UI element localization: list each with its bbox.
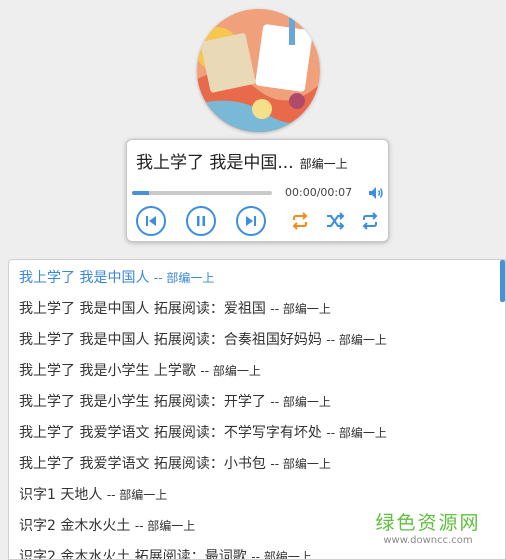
player-card: 我上学了 我是中国... 部编一上 00:00/00:07: [126, 139, 389, 242]
shuffle-icon: [327, 212, 345, 230]
item-title: 识字2 金木水火土: [19, 518, 131, 534]
playlist-item[interactable]: 我上学了 我爱学语文 拓展阅读：不学写字有坏处 -- 部编一上: [19, 422, 387, 448]
progress-bar[interactable]: [132, 191, 272, 195]
playlist-item[interactable]: 我上学了 我爱学语文 拓展阅读：小书包 -- 部编一上: [19, 453, 331, 479]
item-title: 识字2 金木水火土 拓展阅读：最词歌: [19, 549, 247, 560]
playlist-scrollbar[interactable]: [500, 260, 505, 302]
song-title: 我上学了 我是中国...: [136, 153, 294, 173]
item-title: 我上学了 我是小学生 拓展阅读：开学了: [19, 394, 266, 410]
item-book: -- 部编一上: [326, 333, 387, 347]
textbook-cover-art: [197, 9, 320, 132]
pause-button[interactable]: [186, 206, 216, 236]
item-book: -- 部编一上: [153, 271, 215, 285]
item-book: -- 部编一上: [326, 426, 387, 440]
watermark-url: www.downcc.com: [383, 535, 473, 546]
playlist-item[interactable]: 我上学了 我是小学生 上学歌 -- 部编一上: [19, 360, 261, 386]
item-book: -- 部编一上: [134, 519, 196, 533]
item-title: 我上学了 我是小学生 上学歌: [19, 363, 196, 379]
item-title: 我上学了 我是中国人 拓展阅读：爱祖国: [19, 301, 266, 317]
playlist-item[interactable]: 我上学了 我是中国人 拓展阅读：爱祖国 -- 部编一上: [19, 298, 331, 324]
time-display: 00:00/00:07: [285, 186, 353, 199]
volume-icon[interactable]: [368, 185, 384, 199]
loop-button[interactable]: [360, 212, 380, 230]
item-title: 我上学了 我是中国人: [19, 270, 150, 286]
watermark-title: 绿色资源网: [375, 512, 481, 534]
item-book: -- 部编一上: [200, 364, 261, 378]
item-title: 我上学了 我爱学语文 拓展阅读：不学写字有坏处: [19, 425, 322, 441]
shuffle-button[interactable]: [325, 212, 345, 230]
now-playing: 我上学了 我是中国... 部编一上: [136, 148, 348, 173]
watermark: 绿色资源网 www.downcc.com: [368, 508, 488, 546]
song-book: 部编一上: [299, 157, 348, 171]
skip-back-icon: [146, 216, 156, 226]
item-title: 识字1 天地人: [19, 487, 103, 503]
playlist-item[interactable]: 识字1 天地人 -- 部编一上: [19, 484, 167, 510]
playlist-item[interactable]: 识字2 金木水火土 拓展阅读：最词歌 -- 部编一上: [19, 546, 312, 560]
item-book: -- 部编一上: [106, 488, 168, 502]
item-book: -- 部编一上: [270, 395, 331, 409]
album-cover: [197, 9, 320, 132]
item-title: 我上学了 我爱学语文 拓展阅读：小书包: [19, 456, 266, 472]
pause-icon: [197, 216, 205, 226]
playlist-item[interactable]: 识字2 金木水火土 -- 部编一上: [19, 515, 195, 541]
music-player-app: 我上学了 我是中国... 部编一上 00:00/00:07 我上学了 我是中国人…: [0, 0, 506, 560]
item-title: 我上学了 我是中国人 拓展阅读：合奏祖国好妈妈: [19, 332, 322, 348]
playlist-item-active[interactable]: 我上学了 我是中国人 -- 部编一上: [19, 267, 214, 293]
playlist-item[interactable]: 我上学了 我是中国人 拓展阅读：合奏祖国好妈妈 -- 部编一上: [19, 329, 387, 355]
item-book: -- 部编一上: [251, 550, 312, 560]
repeat-icon: [292, 212, 308, 230]
previous-button[interactable]: [136, 206, 166, 236]
progress-fill: [132, 191, 149, 195]
next-button[interactable]: [236, 206, 266, 236]
playlist-item[interactable]: 我上学了 我是小学生 拓展阅读：开学了 -- 部编一上: [19, 391, 331, 417]
loop-icon: [362, 212, 378, 230]
skip-forward-icon: [246, 216, 256, 226]
item-book: -- 部编一上: [270, 457, 331, 471]
repeat-button[interactable]: [290, 212, 310, 230]
item-book: -- 部编一上: [270, 302, 331, 316]
